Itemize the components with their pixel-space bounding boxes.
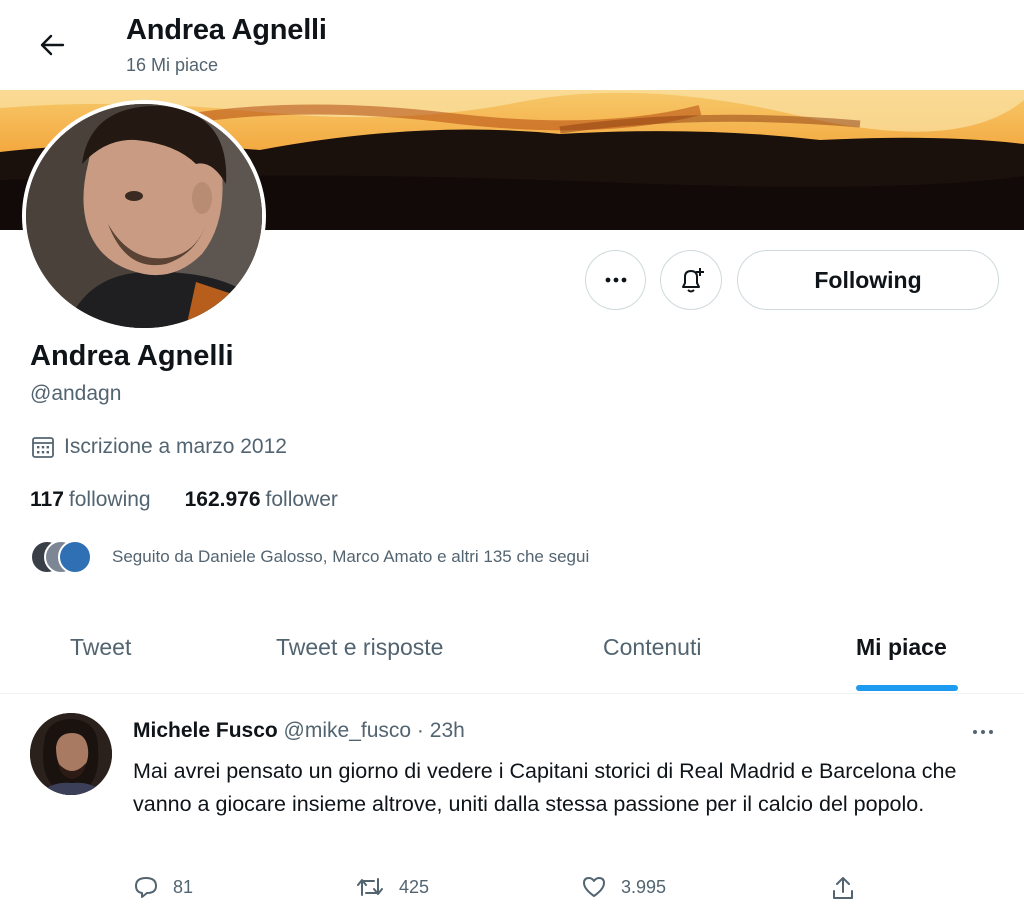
profile-tabs: Tweet Tweet e risposte Contenuti Mi piac… <box>0 610 1024 694</box>
calendar-icon <box>32 437 54 458</box>
followers-count: 162.976 <box>184 488 261 511</box>
retweet-count: 425 <box>399 876 430 897</box>
header-likes-count: 16 Mi piace <box>126 55 219 75</box>
followed-by-text: Seguito da Daniele Galosso, Marco Amato … <box>112 547 590 566</box>
following-count: 117 <box>30 488 64 511</box>
tab-tweet-e-risposte[interactable]: Tweet e risposte <box>276 634 443 661</box>
tweet-time[interactable]: 23h <box>430 719 465 742</box>
tweet-header: Michele Fusco @mike_fusco · 23h <box>133 719 465 743</box>
tweet[interactable]: Michele Fusco @mike_fusco · 23h Mai avre… <box>0 695 1024 923</box>
tab-contenuti[interactable]: Contenuti <box>603 634 701 661</box>
mini-avatar <box>58 540 92 574</box>
tweet-more-button[interactable] <box>963 717 1003 747</box>
more-options-button[interactable] <box>585 250 646 310</box>
share-icon <box>833 877 853 899</box>
following-label: following <box>68 488 151 511</box>
notification-bell-plus-icon <box>682 268 704 293</box>
join-date: Iscrizione a marzo 2012 <box>30 434 287 460</box>
like-count: 3.995 <box>621 876 667 897</box>
followed-by-avatars <box>30 540 94 574</box>
reply-icon <box>135 877 157 898</box>
tweet-author-avatar[interactable] <box>30 713 112 795</box>
tweet-author-avatar-image <box>30 713 112 795</box>
reply-button[interactable]: 81 <box>133 875 193 899</box>
following-link[interactable]: 117 following <box>30 488 151 512</box>
tweet-author-name[interactable]: Michele Fusco <box>133 719 278 742</box>
followers-label: follower <box>265 488 338 511</box>
profile-avatar-image <box>26 104 262 328</box>
retweet-button[interactable]: 425 <box>355 875 429 899</box>
tweet-actions: 81 425 3.995 <box>133 875 893 911</box>
retweet-icon <box>357 878 383 896</box>
header-title: Andrea Agnelli <box>126 14 327 46</box>
notifications-button[interactable] <box>660 250 722 310</box>
share-button[interactable] <box>831 875 855 901</box>
more-dots-icon <box>973 730 993 734</box>
follow-stats: 117 following 162.976 follower <box>30 488 338 512</box>
tweet-text: Mai avrei pensato un giorno di vedere i … <box>133 759 957 816</box>
tab-mi-piace[interactable]: Mi piace <box>856 634 947 661</box>
tweet-author-handle[interactable]: @mike_fusco <box>284 719 412 742</box>
like-button[interactable]: 3.995 <box>581 875 666 899</box>
profile-avatar[interactable] <box>22 100 266 332</box>
back-button[interactable] <box>30 26 74 64</box>
tab-tweet[interactable]: Tweet <box>70 634 131 661</box>
profile-name: Andrea Agnelli <box>30 340 234 372</box>
profile-header-bar: Andrea Agnelli 16 Mi piace <box>0 0 1024 90</box>
more-dots-icon <box>605 277 626 283</box>
profile-handle: @andagn <box>30 382 122 405</box>
following-button[interactable]: Following <box>737 250 999 310</box>
followers-link[interactable]: 162.976 follower <box>185 488 338 512</box>
reply-count: 81 <box>173 876 194 897</box>
followed-by[interactable]: Seguito da Daniele Galosso, Marco Amato … <box>30 540 589 574</box>
arrow-left-icon <box>40 34 65 56</box>
join-date-text: Iscrizione a marzo 2012 <box>64 435 287 458</box>
active-tab-indicator <box>856 685 958 691</box>
tweet-separator: · <box>416 719 424 742</box>
heart-icon <box>583 877 605 897</box>
